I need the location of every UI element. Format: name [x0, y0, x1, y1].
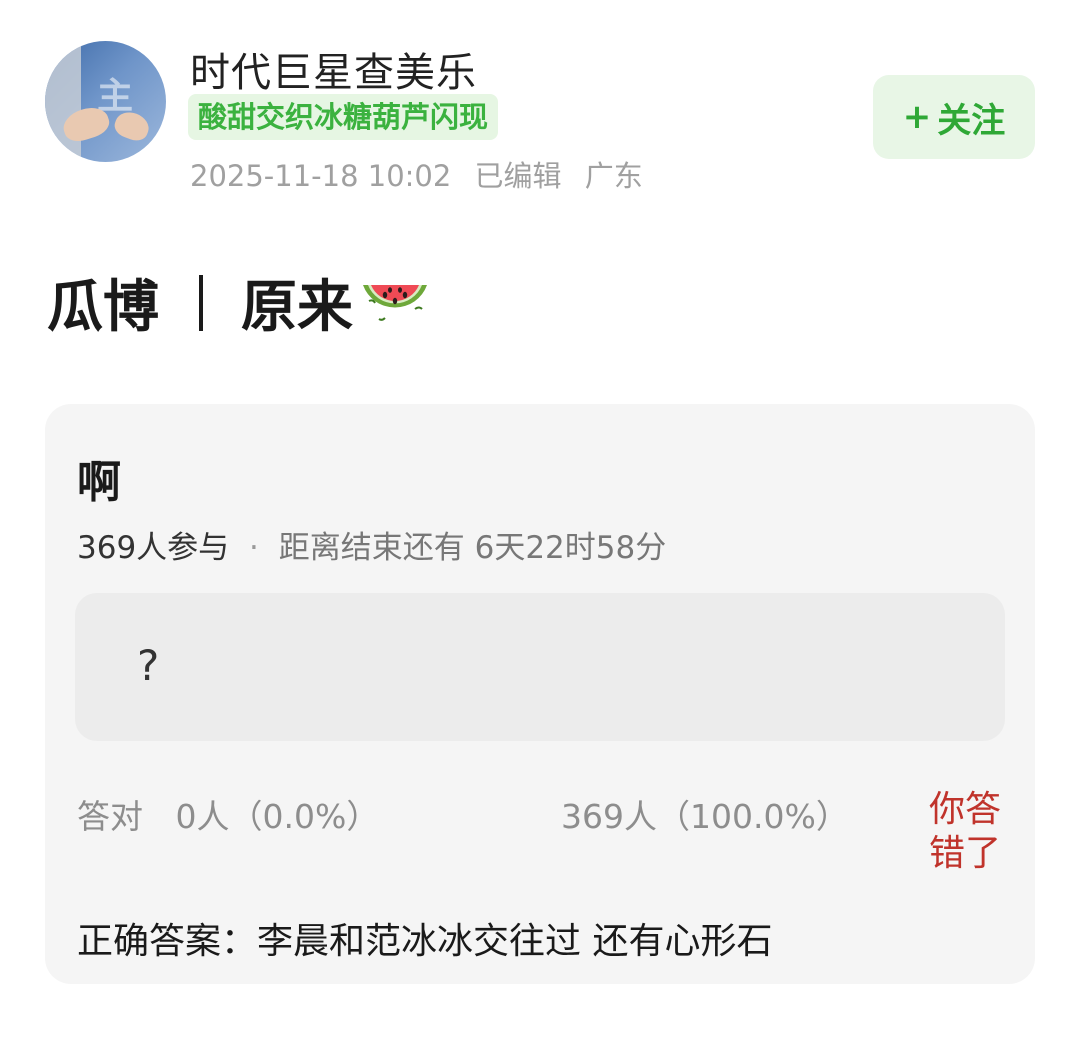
quiz-card: 啊 369人参与 · 距离结束还有 6天22时58分 ? 答对 0人（0.0%）…: [45, 404, 1035, 984]
quiz-question: 啊: [77, 457, 121, 508]
post-location: 广东: [584, 159, 643, 193]
correct-count: 0人（0.0%）: [175, 797, 380, 836]
time-remaining: 距离结束还有 6天22时58分: [278, 530, 667, 566]
follow-label: 关注: [937, 100, 1006, 141]
avatar[interactable]: 主: [45, 41, 166, 162]
post-title: 瓜博 原来: [47, 262, 431, 343]
plus-icon: +: [902, 97, 932, 137]
post-title-right: 原来: [241, 275, 353, 340]
quiz-option[interactable]: ?: [75, 593, 1005, 741]
title-separator: [199, 274, 203, 331]
follow-button[interactable]: + 关注: [873, 75, 1035, 159]
correct-answer: 正确答案：李晨和范冰冰交往过 还有心形石: [77, 921, 773, 962]
username[interactable]: 时代巨星查美乐: [190, 40, 477, 98]
post-meta: 2025-11-18 10:02 已编辑 广东: [190, 153, 657, 195]
avatar-sleeve: [45, 41, 81, 162]
quiz-option-text: ?: [137, 641, 160, 690]
result-label: 你答错了: [929, 789, 1002, 874]
stats-separator: ·: [249, 530, 259, 566]
participants-count: 369人参与: [77, 530, 230, 566]
post-title-left: 瓜博: [47, 275, 159, 340]
quiz-stats: 369人参与 · 距离结束还有 6天22时58分: [77, 522, 666, 567]
correct-label: 答对: [77, 797, 143, 836]
edited-label[interactable]: 已编辑: [475, 159, 562, 193]
post-timestamp: 2025-11-18 10:02: [190, 159, 452, 193]
user-badge[interactable]: 酸甜交织冰糖葫芦闪现: [188, 94, 499, 140]
correct-stat: 答对 0人（0.0%）: [77, 790, 379, 838]
watermelon-icon: [363, 284, 427, 321]
wrong-count: 369人（100.0%）: [561, 797, 849, 836]
